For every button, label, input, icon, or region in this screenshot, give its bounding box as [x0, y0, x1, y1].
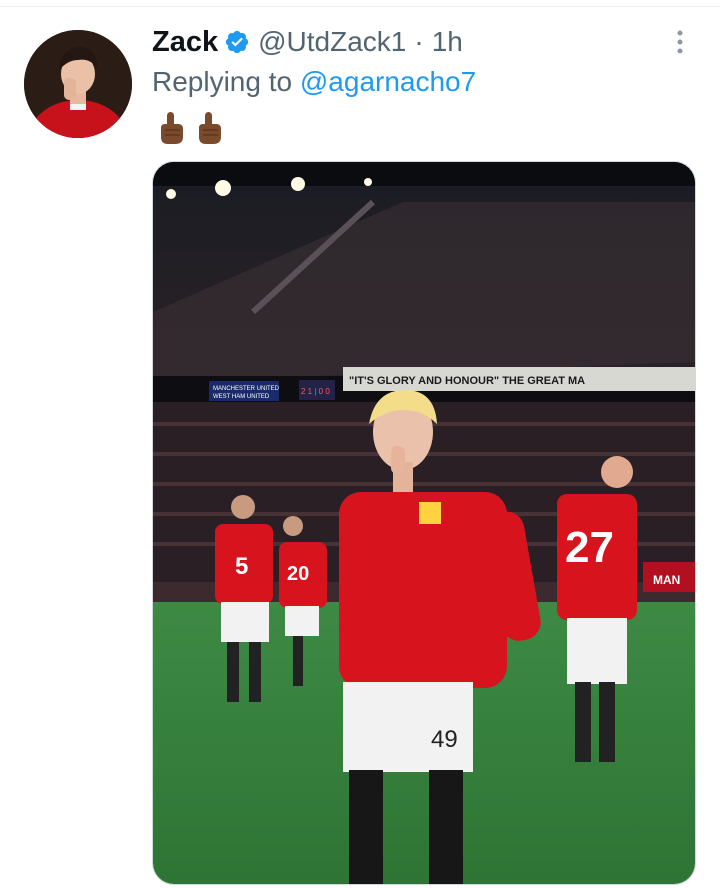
timestamp[interactable]: 1h	[432, 26, 463, 58]
tweet-media-photo[interactable]: MANCHESTER UNITED WEST HAM UNITED 2 1 | …	[152, 161, 696, 885]
tweet-text	[156, 110, 224, 150]
separator-dot: ·	[414, 26, 424, 57]
shirt-number: 5	[235, 553, 248, 580]
scoreboard-home: MANCHESTER UNITED	[213, 386, 280, 392]
avatar[interactable]	[24, 30, 132, 138]
more-vertical-icon[interactable]	[666, 28, 694, 56]
reply-prefix: Replying to	[152, 66, 293, 97]
shirt-number: 20	[287, 563, 309, 585]
shirt-number: 49	[431, 726, 458, 753]
scoreboard-score: 2 1 | 0 0	[301, 387, 330, 396]
shirt-number: 27	[565, 523, 614, 572]
tweet-header: Zack @UtdZack1 · 1h	[152, 24, 463, 60]
display-name[interactable]: Zack	[152, 26, 218, 59]
stadium-banner: "IT'S GLORY AND HONOUR" THE GREAT MA	[349, 375, 585, 387]
top-divider	[0, 6, 720, 7]
handle[interactable]: @UtdZack1	[258, 26, 406, 58]
point-up-icon	[161, 112, 183, 144]
reply-mention-link[interactable]: @agarnacho7	[300, 66, 476, 97]
svg-text:MAN: MAN	[653, 573, 680, 587]
replying-to: Replying to @agarnacho7	[152, 66, 476, 98]
point-up-icon	[199, 112, 221, 144]
verified-badge-icon	[226, 30, 249, 54]
scoreboard-away: WEST HAM UNITED	[213, 394, 270, 400]
